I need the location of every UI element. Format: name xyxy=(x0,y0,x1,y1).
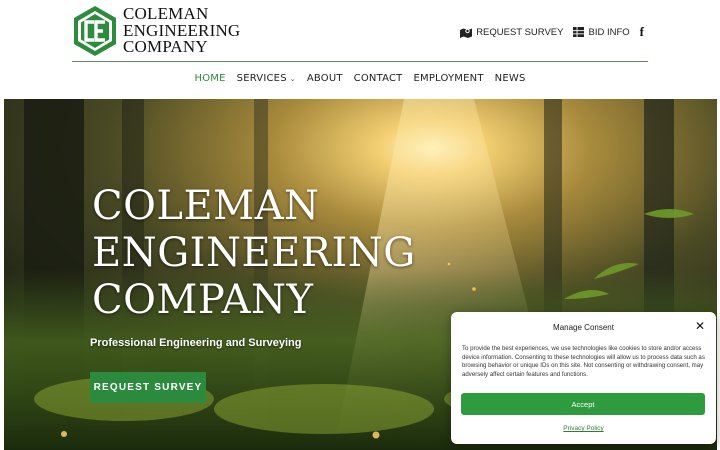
hero-subtitle: Professional Engineering and Surveying xyxy=(90,337,302,349)
nav-item-news[interactable]: NEWS xyxy=(495,73,526,84)
nav-about-label: ABOUT xyxy=(306,73,343,84)
main-nav: HOME SERVICES ⌄ ABOUT CONTACT EMPLOYMENT … xyxy=(0,73,720,84)
nav-contact-label: CONTACT xyxy=(353,73,403,84)
request-survey-label: REQUEST SURVEY xyxy=(476,26,564,38)
bid-info-link[interactable]: BID INFO xyxy=(573,26,630,38)
privacy-policy-link[interactable]: Privacy Policy xyxy=(451,425,716,432)
consent-title: Manage Consent xyxy=(553,323,614,332)
hero-title-line-3: COMPANY xyxy=(92,277,314,323)
chevron-down-icon: ⌄ xyxy=(289,74,296,83)
logo-wordmark: COLEMAN ENGINEERING COMPANY xyxy=(123,6,240,56)
nav-home-label: HOME xyxy=(194,73,226,84)
nav-item-about[interactable]: ABOUT xyxy=(307,73,343,84)
site-header: COLEMAN ENGINEERING COMPANY REQUEST SURV… xyxy=(0,0,720,100)
hero-request-survey-button[interactable]: REQUEST SURVEY xyxy=(90,372,206,403)
nav-item-employment[interactable]: EMPLOYMENT xyxy=(413,73,483,84)
consent-message: To provide the best experiences, we use … xyxy=(462,345,705,378)
nav-item-contact[interactable]: CONTACT xyxy=(354,73,403,84)
accept-button[interactable]: Accept xyxy=(461,393,705,415)
table-grid-icon xyxy=(573,27,585,37)
hero-title-line-2: ENGINEERING xyxy=(92,230,416,276)
header-utility-links: REQUEST SURVEY BID INFO f xyxy=(460,24,644,40)
header-divider xyxy=(72,61,648,62)
close-icon[interactable]: ✕ xyxy=(695,320,705,332)
nav-services-label: SERVICES xyxy=(236,73,287,84)
map-icon xyxy=(460,28,473,38)
nav-item-services[interactable]: SERVICES ⌄ xyxy=(237,73,296,84)
cookie-consent-dialog: Manage Consent ✕ To provide the best exp… xyxy=(451,312,716,444)
nav-employment-label: EMPLOYMENT xyxy=(413,73,484,84)
ce-hexagon-logo-icon xyxy=(74,6,116,56)
request-survey-link[interactable]: REQUEST SURVEY xyxy=(460,27,563,38)
logo-line-3: COMPANY xyxy=(123,37,208,57)
hero-title: COLEMAN ENGINEERING COMPANY xyxy=(92,183,416,324)
nav-item-home[interactable]: HOME xyxy=(195,73,226,84)
facebook-icon[interactable]: f xyxy=(640,24,644,40)
nav-news-label: NEWS xyxy=(494,73,526,84)
site-logo[interactable]: COLEMAN ENGINEERING COMPANY xyxy=(72,5,240,57)
hero-title-line-1: COLEMAN xyxy=(92,183,320,229)
bid-info-label: BID INFO xyxy=(588,26,630,38)
page: COLEMAN ENGINEERING COMPANY REQUEST SURV… xyxy=(0,0,720,450)
